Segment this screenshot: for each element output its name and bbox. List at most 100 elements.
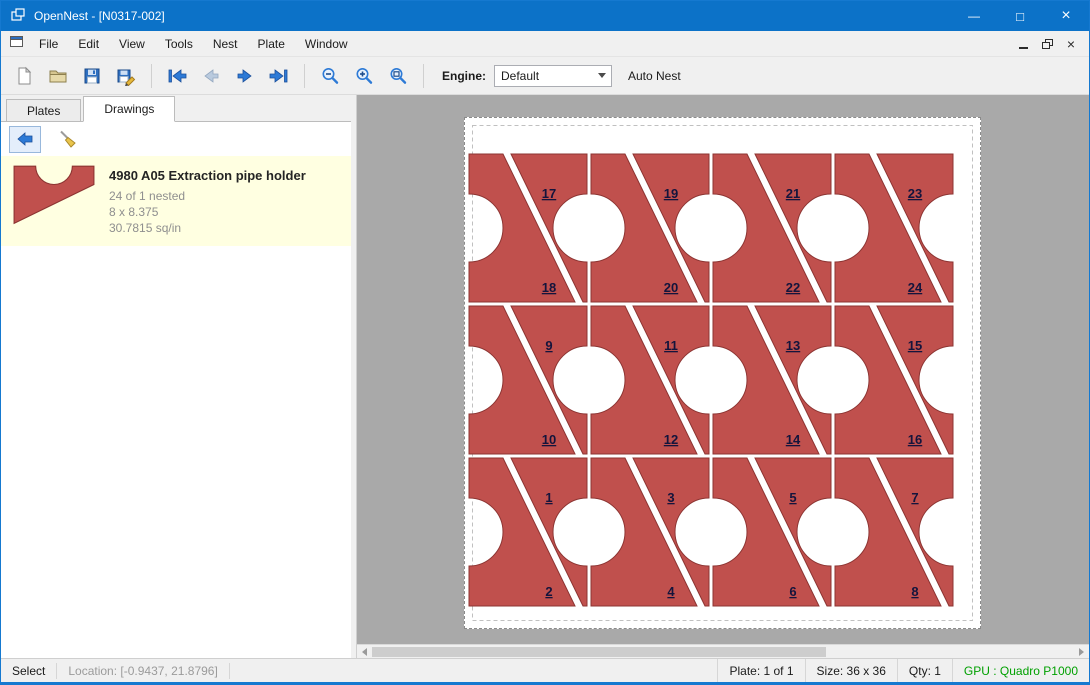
menu-window[interactable]: Window [295,33,358,55]
part-number-label: 11 [664,338,678,353]
open-file-button[interactable] [43,61,73,91]
part-number-label: 1 [545,490,552,505]
drawing-dimensions: 8 x 8.375 [109,204,306,220]
next-arrow-icon [234,67,256,85]
main-area: Plates Drawings [1,95,1089,658]
part-number-label: 5 [789,490,796,505]
nest-cell: 13 14 [713,306,831,454]
part-number-label: 15 [908,338,922,353]
menu-file[interactable]: File [29,33,68,55]
menu-view[interactable]: View [109,33,155,55]
drawings-toolbar [1,122,351,156]
mdi-restore-button[interactable] [1035,34,1059,54]
part-number-label: 23 [908,186,922,201]
part-number-label: 12 [664,432,678,447]
drawings-panel: 4980 A05 Extraction pipe holder 24 of 1 … [1,121,351,658]
nest-cell: 78 [835,458,953,606]
last-arrow-icon [268,67,290,85]
zoom-extents-button[interactable] [383,61,413,91]
previous-plate-button[interactable] [196,61,226,91]
menu-plate[interactable]: Plate [248,33,295,55]
restore-icon [1042,39,1053,49]
save-edit-icon [116,66,136,86]
nest-cell: 1718 [469,154,587,302]
status-plate-size: Size: 36 x 36 [805,659,897,682]
scrollbar-thumb[interactable] [372,647,826,657]
save-button[interactable] [77,61,107,91]
app-window: OpenNest - [N0317-002] — □ × File Edit V… [0,0,1090,685]
zoom-in-icon [354,66,374,86]
mdi-minimize-button[interactable] [1011,34,1035,54]
menu-nest[interactable]: Nest [203,33,248,55]
part-number-label: 18 [542,280,556,295]
status-location: Location: [-0.9437, 21.8796] [57,659,228,682]
plate[interactable]: 171819202122232491011121314151612345678 [464,117,981,629]
mdi-close-button[interactable]: × [1059,34,1083,54]
part-number-label: 19 [664,186,678,201]
plate-drawing: 171819202122232491011121314151612345678 [465,118,980,628]
auto-nest-button[interactable]: Auto Nest [628,69,681,83]
zoom-out-button[interactable] [315,61,345,91]
part-number-label: 4 [667,584,675,599]
panel-tab-strip: Plates Drawings [1,95,351,121]
nest-cell: 1516 [835,306,953,454]
clean-button[interactable] [53,126,83,153]
minimize-button[interactable]: — [951,1,997,31]
part-number-label: 20 [664,280,678,295]
scroll-right-arrow-icon[interactable] [1074,645,1089,659]
save-as-button[interactable] [111,61,141,91]
nest-canvas[interactable]: 171819202122232491011121314151612345678 [357,95,1089,658]
part-number-label: 16 [908,432,922,447]
part-number-label: 24 [908,280,923,295]
menu-tools[interactable]: Tools [155,33,203,55]
tab-plates[interactable]: Plates [6,99,81,121]
back-arrow-icon [16,131,34,147]
app-icon [10,7,26,26]
mdi-document-icon[interactable] [9,35,25,52]
part-number-label: 7 [911,490,918,505]
nest-cell: 12 [469,458,587,606]
zoom-out-icon [320,66,340,86]
window-title: OpenNest - [N0317-002] [34,9,165,23]
status-qty: Qty: 1 [897,659,952,682]
part-number-label: 3 [667,490,674,505]
part-number-label: 6 [789,584,796,599]
part-number-label: 2 [545,584,552,599]
open-folder-icon [48,66,68,86]
nest-cell: 11 12 [591,306,709,454]
zoom-in-button[interactable] [349,61,379,91]
drawing-nested-count: 24 of 1 nested [109,188,306,204]
zoom-extents-icon [388,66,408,86]
last-plate-button[interactable] [264,61,294,91]
part-number-label: 13 [786,338,800,353]
part-number-label: 21 [786,186,800,201]
drawing-list-item[interactable]: 4980 A05 Extraction pipe holder 24 of 1 … [1,156,351,246]
engine-selected-value: Default [501,69,539,83]
nest-cell: 23 24 [835,154,953,302]
drawing-area: 30.7815 sq/in [109,220,306,236]
nest-cell: 34 [591,458,709,606]
part-thumbnail [13,165,95,234]
tab-drawings[interactable]: Drawings [83,96,175,122]
part-number-label: 17 [542,186,556,201]
title-bar: OpenNest - [N0317-002] — □ × [1,1,1089,31]
nest-cell: 56 [713,458,831,606]
engine-select[interactable]: Default [494,65,612,87]
nest-cell: 910 [469,306,587,454]
close-button[interactable]: × [1043,1,1089,31]
part-number-label: 10 [542,432,556,447]
maximize-button[interactable]: □ [997,1,1043,31]
send-back-button[interactable] [9,126,41,153]
new-file-button[interactable] [9,61,39,91]
part-number-label: 8 [911,584,918,599]
status-mode: Select [1,659,56,682]
first-plate-button[interactable] [162,61,192,91]
first-arrow-icon [166,67,188,85]
canvas-horizontal-scrollbar[interactable] [357,644,1089,658]
menu-edit[interactable]: Edit [68,33,109,55]
left-panel: Plates Drawings [1,95,351,658]
scroll-left-arrow-icon[interactable] [357,645,372,659]
part-number-label: 22 [786,280,800,295]
next-plate-button[interactable] [230,61,260,91]
part-number-label: 14 [786,432,801,447]
